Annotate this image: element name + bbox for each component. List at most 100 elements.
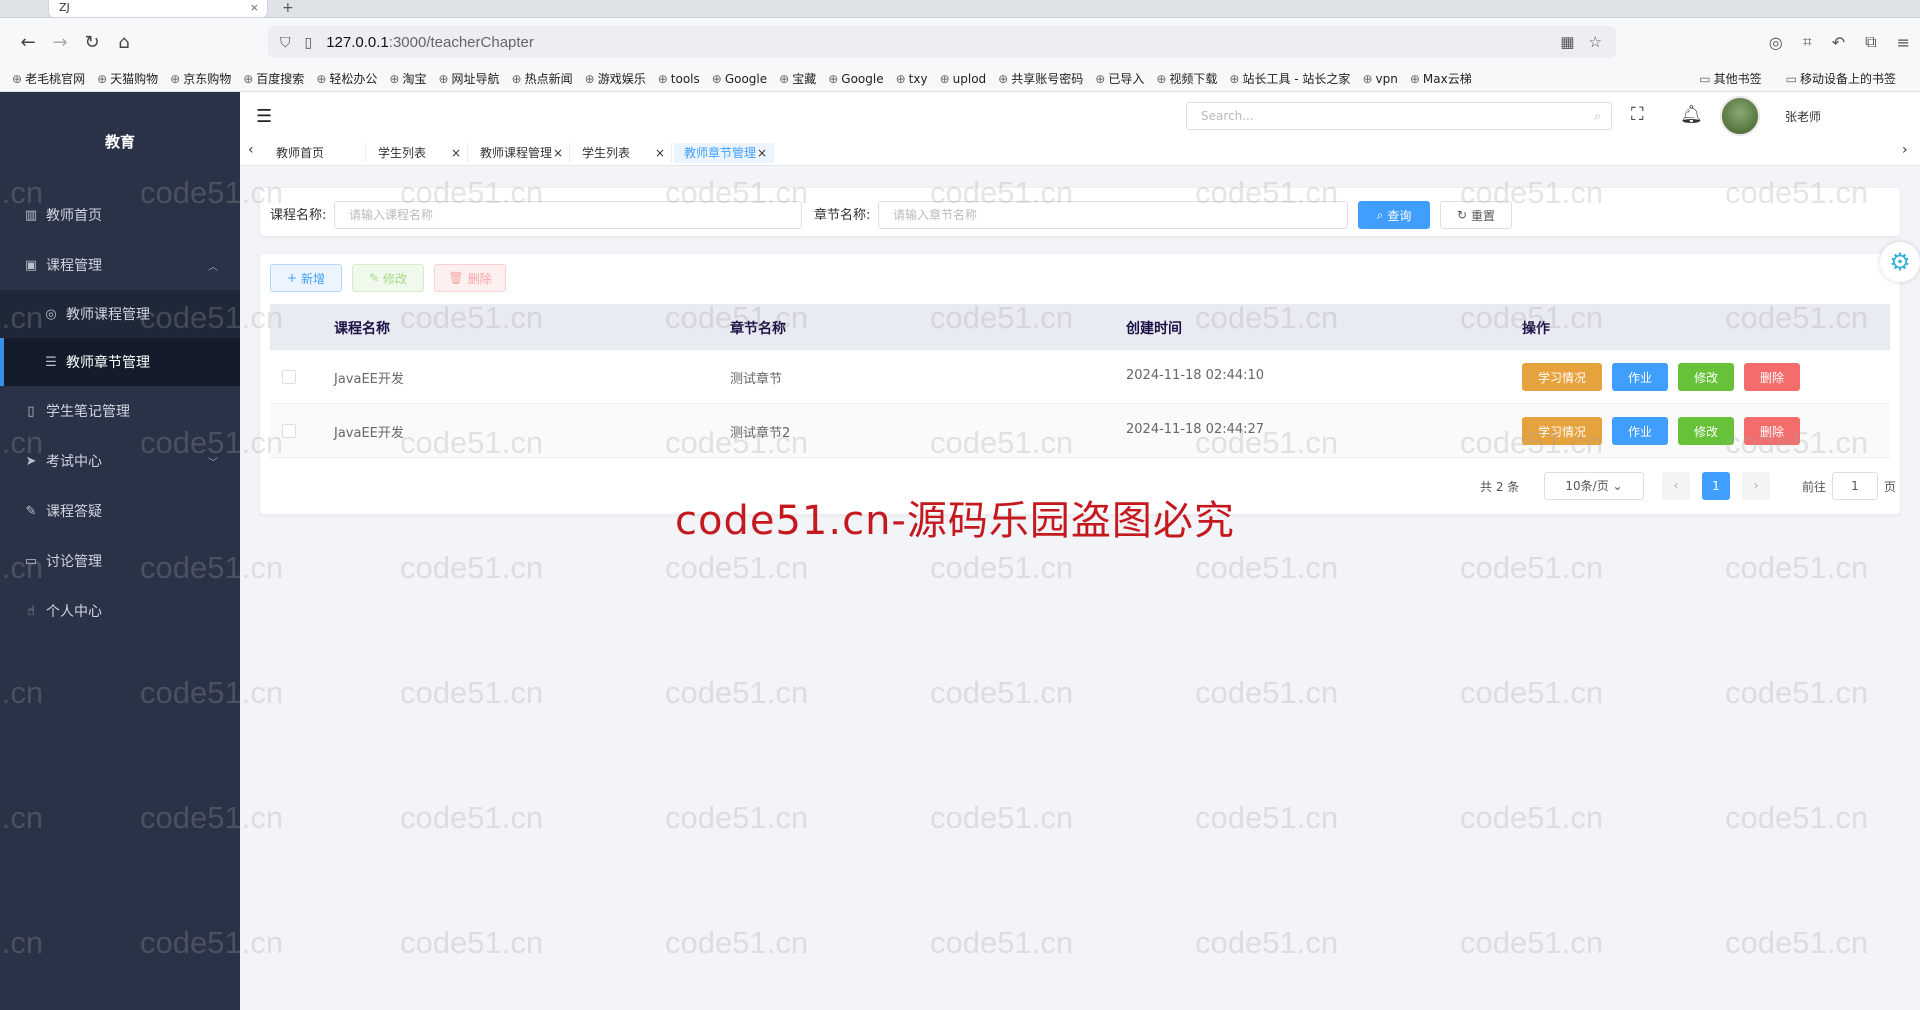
page-number-button[interactable]: 1 [1702, 472, 1730, 500]
query-button[interactable]: ⌕ 查询 [1358, 201, 1430, 229]
extensions-icon[interactable]: ⧉ [1865, 32, 1876, 52]
bookmark-item[interactable]: ⊕ tools [658, 72, 700, 86]
bookmark-item[interactable]: ⊕ Max云梯 [1410, 70, 1472, 87]
chevron-left-icon[interactable]: ‹ [248, 142, 254, 158]
menu-icon[interactable]: ≡ [1897, 33, 1910, 52]
row-edit-button[interactable]: 修改 [1678, 363, 1734, 391]
browser-tab[interactable]: ZJ × [48, 0, 268, 18]
address-bar[interactable]: ⛉ ▯ 127.0.0.1:3000/teacherChapter ▦ ☆ [268, 26, 1616, 58]
star-icon[interactable]: ☆ [1589, 33, 1602, 51]
bell-icon[interactable]: 🔔︎ [1680, 104, 1703, 125]
homework-button[interactable]: 作业 [1612, 417, 1668, 445]
bookmark-label: 网址导航 [451, 72, 500, 86]
bookmark-folder[interactable]: ▭ 移动设备上的书签 [1786, 70, 1896, 87]
hamburger-icon[interactable]: ☰ [256, 106, 272, 127]
avatar[interactable] [1720, 96, 1760, 136]
bookmark-item[interactable]: ⊕ 百度搜索 [243, 70, 304, 87]
bookmark-item[interactable]: ⊕ 轻松办公 [316, 70, 377, 87]
bookmark-item[interactable]: ⊕ 共享账号密码 [998, 70, 1083, 87]
select-all-checkbox[interactable] [282, 320, 296, 334]
username[interactable]: 张老师 [1785, 108, 1821, 125]
row-delete-button[interactable]: 删除 [1744, 417, 1800, 445]
study-status-button[interactable]: 学习情况 [1522, 417, 1602, 445]
tag-student-list[interactable]: 学生列表 × [368, 143, 468, 163]
home-icon[interactable]: ⌂ [108, 26, 140, 58]
close-icon[interactable]: × [655, 143, 665, 163]
row-checkbox[interactable] [282, 424, 296, 438]
reset-label: 重置 [1471, 208, 1496, 223]
bookmark-item[interactable]: ⊕ txy [896, 72, 928, 86]
bookmark-item[interactable]: ⊕ 站长工具 - 站长之家 [1229, 70, 1350, 87]
sidebar-item-teacher-chapter[interactable]: ☰ 教师章节管理 [0, 338, 240, 386]
bookmark-label: 淘宝 [402, 72, 427, 86]
bookmark-item[interactable]: ⊕ 老毛桃官网 [12, 70, 85, 87]
page-size-select[interactable]: 10条/页 ⌄ [1544, 472, 1644, 500]
bookmark-item[interactable]: ⊕ 天猫购物 [97, 70, 158, 87]
bookmark-item[interactable]: ⊕ vpn [1362, 72, 1397, 86]
sidebar-item-course-management[interactable]: ▣ 课程管理 ︿ [0, 240, 240, 290]
chapter-name-input[interactable]: 请输入章节名称 [878, 201, 1348, 229]
bookmark-label: 天猫购物 [110, 72, 159, 86]
new-tab-icon[interactable]: + [282, 0, 294, 16]
tag-teacher-chapter[interactable]: 教师章节管理 × [674, 143, 774, 163]
close-icon[interactable]: × [553, 143, 563, 163]
qr-code-icon[interactable]: ▦ [1560, 33, 1574, 51]
goto-page-input[interactable]: 1 [1832, 472, 1878, 500]
sidebar-item-discussion[interactable]: ▭ 讨论管理 [0, 536, 240, 586]
undo-icon[interactable]: ↶ [1832, 33, 1845, 52]
bookmark-item[interactable]: ⊕ 热点新闻 [512, 70, 573, 87]
delete-button[interactable]: 🗑︎ 删除 [434, 264, 506, 292]
sidebar-item-exam-center[interactable]: ➤ 考试中心 ﹀ [0, 436, 240, 486]
tag-teacher-course[interactable]: 教师课程管理 × [470, 143, 570, 163]
study-status-button[interactable]: 学习情况 [1522, 363, 1602, 391]
bookmark-item[interactable]: ⊕ uplod [940, 72, 987, 86]
sidebar-item-teacher-course[interactable]: ◎ 教师课程管理 [0, 290, 240, 338]
chevron-right-icon[interactable]: › [1902, 142, 1908, 158]
add-button[interactable]: + 新增 [270, 264, 342, 292]
row-delete-button[interactable]: 删除 [1744, 363, 1800, 391]
crop-icon[interactable]: ⌗ [1803, 32, 1812, 52]
close-icon[interactable]: × [757, 143, 767, 163]
tag-student-list-2[interactable]: 学生列表 × [572, 143, 672, 163]
bookmark-item[interactable]: ⊕ 游戏娱乐 [585, 70, 646, 87]
close-icon[interactable]: × [451, 143, 461, 163]
next-page-button[interactable]: › [1742, 472, 1770, 500]
tag-teacher-home[interactable]: 教师首页 [266, 143, 366, 163]
goto-label: 前往 [1802, 480, 1827, 494]
homework-button[interactable]: 作业 [1612, 363, 1668, 391]
bookmark-item[interactable]: ⊕ Google [828, 72, 883, 86]
prev-page-button[interactable]: ‹ [1662, 472, 1690, 500]
forward-icon[interactable]: → [44, 26, 76, 58]
reload-icon[interactable]: ↻ [76, 26, 108, 58]
bookmark-item[interactable]: ⊕ Google [712, 72, 767, 86]
sidebar-item-label: 学生笔记管理 [46, 404, 130, 420]
cell-course-name: JavaEE开发 [334, 426, 404, 441]
search-input[interactable]: Search... ⌕ [1186, 102, 1612, 130]
browser-tabstrip: ZJ × + [0, 0, 1920, 18]
bookmark-item[interactable]: ⊕ 视频下载 [1156, 70, 1217, 87]
bookmark-item[interactable]: ⊕ 京东购物 [170, 70, 231, 87]
table-header: 课程名称 章节名称 创建时间 操作 [270, 304, 1890, 350]
bookmark-folder[interactable]: ▭ 其他书签 [1699, 70, 1761, 87]
globe-icon: ⊕ [584, 71, 595, 86]
account-icon[interactable]: ◎ [1769, 33, 1783, 52]
close-icon[interactable]: × [250, 0, 259, 16]
bookmark-item[interactable]: ⊕ 淘宝 [389, 70, 426, 87]
row-checkbox[interactable] [282, 370, 296, 384]
back-icon[interactable]: ← [12, 26, 44, 58]
settings-gear-icon[interactable]: ⚙ [1880, 242, 1920, 282]
book-icon: ▭ [24, 553, 38, 569]
bookmark-item[interactable]: ⊕ 网址导航 [438, 70, 499, 87]
fullscreen-icon[interactable]: ⛶ [1631, 104, 1644, 125]
edit-button[interactable]: ✎ 修改 [352, 264, 424, 292]
sidebar-item-student-notes[interactable]: ▯ 学生笔记管理 [0, 386, 240, 436]
course-name-input[interactable]: 请输入课程名称 [334, 201, 802, 229]
bookmark-item[interactable]: ⊕ 已导入 [1095, 70, 1144, 87]
sidebar-item-teacher-home[interactable]: ▥ 教师首页 [0, 190, 240, 240]
row-edit-button[interactable]: 修改 [1678, 417, 1734, 445]
sidebar-item-course-qa[interactable]: ✎ 课程答疑 [0, 486, 240, 536]
bookmark-item[interactable]: ⊕ 宝藏 [779, 70, 816, 87]
edit-icon: ✎ [368, 271, 380, 285]
sidebar-item-profile[interactable]: ☝ 个人中心 [0, 586, 240, 636]
reset-button[interactable]: ↻ 重置 [1440, 201, 1512, 229]
